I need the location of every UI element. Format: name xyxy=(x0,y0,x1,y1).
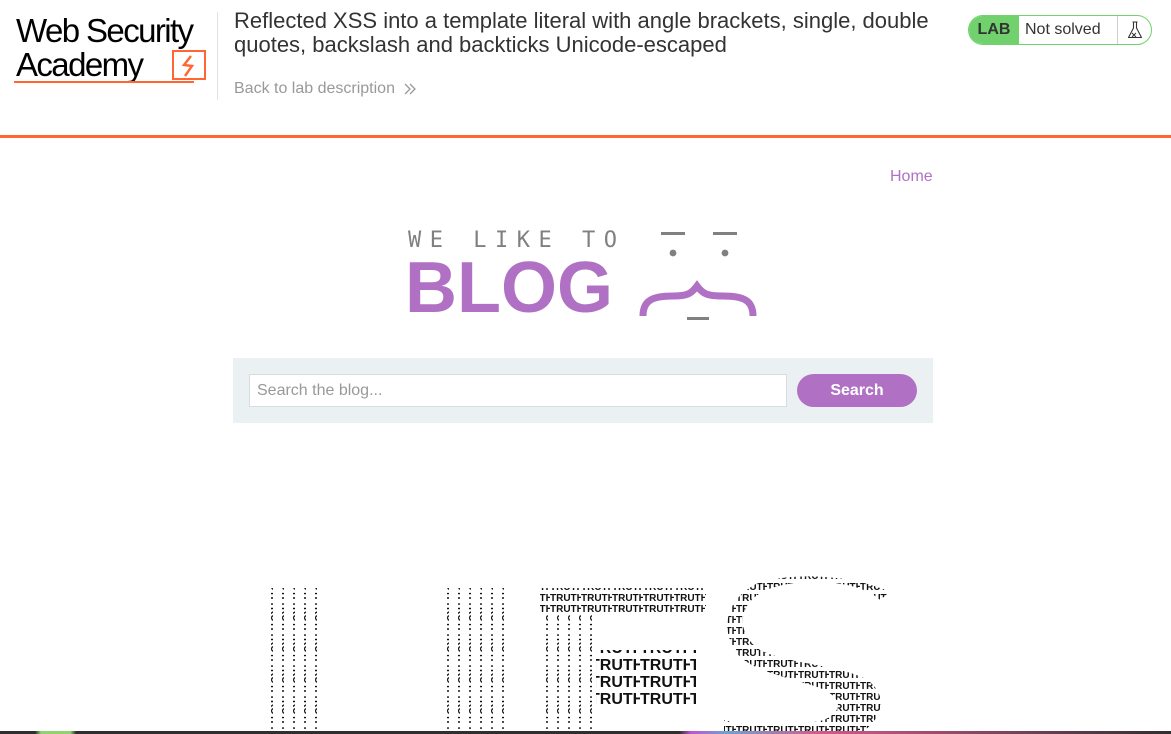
search-panel: Search xyxy=(233,358,933,423)
lab-badge: LAB xyxy=(969,16,1019,44)
logo-line-2: Academy xyxy=(16,46,144,83)
double-chevron-right-icon xyxy=(404,83,416,95)
back-link-label: Back to lab description xyxy=(234,80,395,97)
curly-brace-face-icon xyxy=(639,232,757,320)
lightning-icon xyxy=(172,50,206,80)
lab-status-widget: LAB Not solved xyxy=(968,15,1152,45)
header-divider xyxy=(217,12,218,100)
blog-post-image[interactable]: TRUTH TRUTH TRUTH xyxy=(240,570,930,734)
academy-header: Web Security Academy Reflected XSS into … xyxy=(0,0,1171,138)
flask-icon xyxy=(1118,16,1151,44)
blog-logo: WE LIKE TO BLOG xyxy=(405,226,765,326)
lab-title: Reflected XSS into a template literal wi… xyxy=(234,8,929,57)
logo-line-1: Web Security xyxy=(16,12,194,49)
lies-word-cloud-graphic: TRUTH TRUTH TRUTH xyxy=(266,576,890,734)
web-security-academy-logo[interactable]: Web Security Academy xyxy=(14,12,214,88)
search-button[interactable]: Search xyxy=(797,374,917,407)
logo-underline xyxy=(14,81,194,83)
lab-status-text: Not solved xyxy=(1019,16,1118,44)
nav-home-link[interactable]: Home xyxy=(890,168,933,186)
back-to-lab-description-link[interactable]: Back to lab description xyxy=(234,80,417,98)
search-input[interactable] xyxy=(249,374,787,407)
blog-logo-name: BLOG xyxy=(405,248,613,328)
